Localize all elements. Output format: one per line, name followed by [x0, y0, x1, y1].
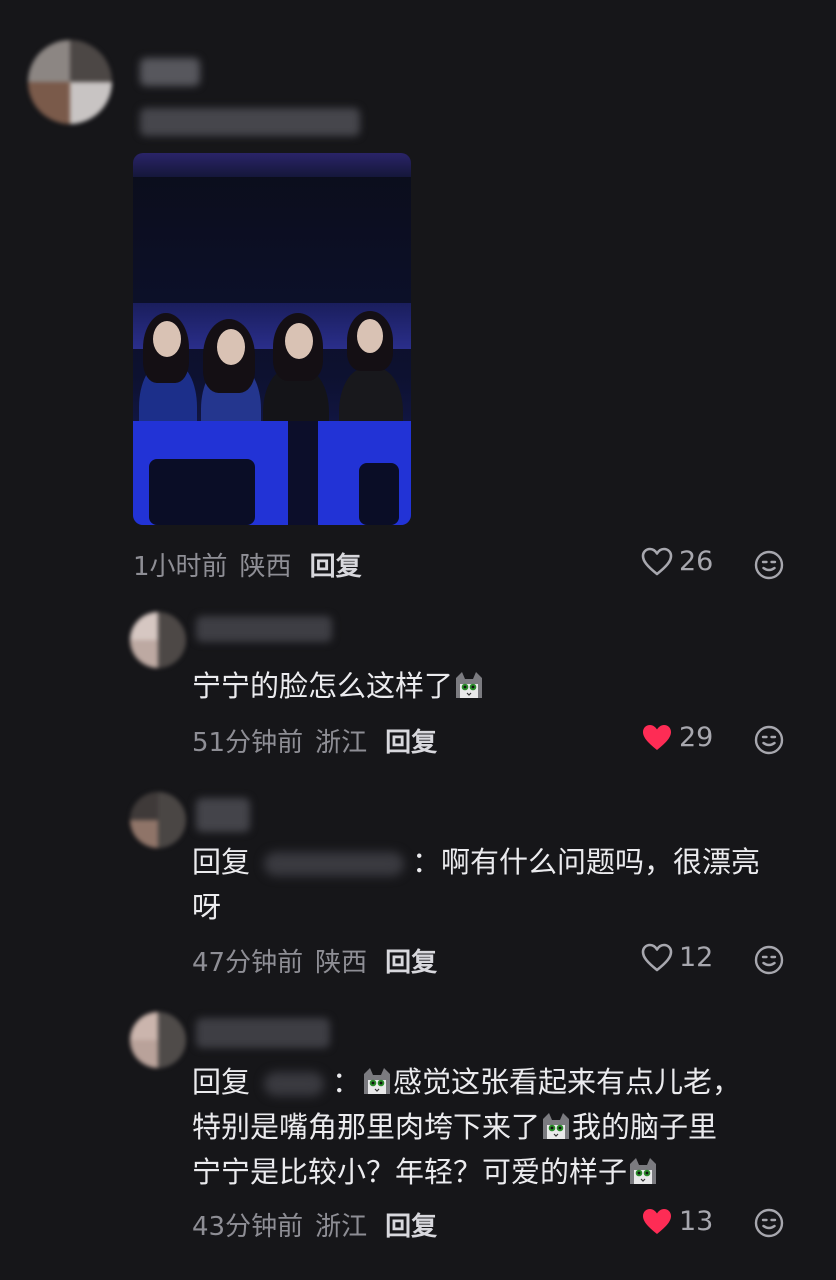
comment-text: 回复 ：啊有什么问题吗，很漂亮 呀 [192, 840, 807, 930]
like-button[interactable]: 29 [641, 722, 713, 753]
comment-location: 浙江 [315, 728, 368, 758]
like-button[interactable]: 12 [641, 942, 713, 973]
comment-line: 宁宁是比较小？年轻？可爱的样子 [192, 1150, 807, 1195]
like-count: 26 [679, 546, 714, 577]
cat-emoji [364, 1068, 391, 1094]
avatar[interactable] [130, 792, 186, 848]
comment-meta: 43分钟前 浙江 回复 [192, 1206, 437, 1243]
heart-icon [643, 724, 671, 750]
smiley-icon[interactable] [754, 725, 784, 755]
comment-time: 43分钟前 [192, 1212, 304, 1242]
cat-emoji [630, 1158, 657, 1184]
comment-body-cont: 我的脑子里 [572, 1110, 718, 1144]
comment-time: 51分钟前 [192, 728, 304, 758]
username-redacted[interactable] [140, 58, 200, 86]
comment-line: 特别是嘴角那里肉垮下来了 我的脑子里 [192, 1105, 807, 1150]
comment-time: 47分钟前 [192, 948, 304, 978]
comment-body-cont: 呀 [192, 890, 222, 924]
comment-text: 宁宁的脸怎么这样了 [192, 664, 485, 709]
mention-redacted[interactable] [264, 852, 405, 876]
reply-colon: ： [412, 845, 442, 879]
comment-image[interactable] [133, 153, 411, 525]
reply-colon: ： [332, 1065, 362, 1099]
username-redacted[interactable] [196, 798, 250, 832]
heart-icon [641, 547, 673, 575]
reply-button[interactable]: 回复 [310, 552, 362, 582]
smiley-icon[interactable] [754, 550, 784, 580]
reply-prefix: 回复 [192, 845, 251, 879]
like-button[interactable]: 13 [641, 1206, 713, 1237]
comment-location: 浙江 [315, 1212, 368, 1242]
comment-line: 回复 ：啊有什么问题吗，很漂亮 [192, 840, 807, 885]
comment-body: 啊有什么问题吗，很漂亮 [441, 845, 761, 879]
comment-thread: 1小时前 陕西 回复 26 宁宁的脸怎么这样了 51分钟前 浙江 回复 29 回… [0, 0, 836, 1280]
username-redacted[interactable] [196, 616, 332, 642]
avatar[interactable] [28, 40, 112, 124]
comment-time: 1小时前 [133, 552, 228, 582]
like-count: 29 [679, 722, 714, 753]
comment-body: 宁宁的脸怎么这样了 [192, 669, 454, 703]
comment-meta: 47分钟前 陕西 回复 [192, 942, 437, 979]
cat-emoji [543, 1113, 570, 1139]
comment-text-redacted [140, 108, 360, 136]
smiley-icon[interactable] [754, 1208, 784, 1238]
like-button[interactable]: 26 [641, 546, 713, 577]
mention-redacted[interactable] [264, 1072, 325, 1096]
comment-body: 感觉这张看起来有点儿老， [393, 1065, 742, 1099]
comment-line: 回复 ： 感觉这张看起来有点儿老， [192, 1060, 807, 1105]
avatar[interactable] [130, 1012, 186, 1068]
like-count: 12 [679, 942, 714, 973]
smiley-icon[interactable] [754, 945, 784, 975]
comment-body-cont: 宁宁是比较小？年轻？可爱的样子 [192, 1155, 628, 1189]
reply-prefix: 回复 [192, 1065, 251, 1099]
comment-line: 呀 [192, 885, 807, 930]
comment-location: 陕西 [239, 552, 292, 582]
comment-location: 陕西 [315, 948, 368, 978]
like-count: 13 [679, 1206, 714, 1237]
reply-button[interactable]: 回复 [385, 728, 437, 758]
username-redacted[interactable] [196, 1018, 330, 1048]
reply-button[interactable]: 回复 [385, 1212, 437, 1242]
cat-emoji [456, 672, 483, 698]
comment-text: 回复 ： 感觉这张看起来有点儿老， 特别是嘴角那里肉垮下来了 我的脑子里 宁宁是比较小… [192, 1060, 807, 1195]
avatar[interactable] [130, 612, 186, 668]
comment-meta: 51分钟前 浙江 回复 [192, 722, 437, 759]
heart-icon [641, 943, 673, 971]
heart-icon [643, 1208, 671, 1234]
comment-meta: 1小时前 陕西 回复 [133, 546, 362, 583]
reply-button[interactable]: 回复 [385, 948, 437, 978]
comment-body-cont: 特别是嘴角那里肉垮下来了 [192, 1110, 541, 1144]
